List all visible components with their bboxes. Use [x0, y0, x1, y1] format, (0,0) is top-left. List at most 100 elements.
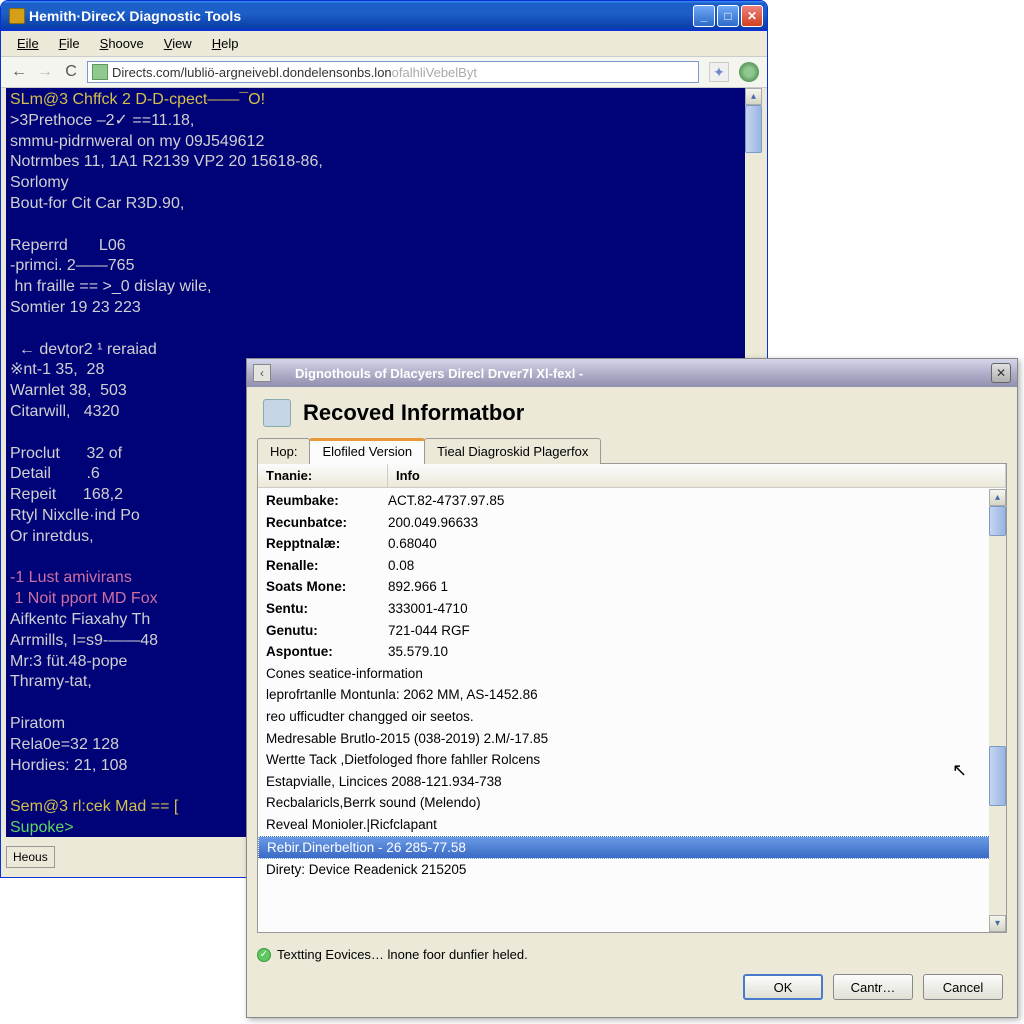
maximize-button[interactable]: □ [717, 5, 739, 27]
terminal-line: Proclut 32 of [10, 445, 122, 462]
forward-button[interactable]: → [35, 62, 55, 82]
dialog-close-button[interactable]: ✕ [991, 363, 1011, 383]
terminal-line: hn fraille == >_0 dislay wile, [10, 278, 211, 295]
terminal-line: ※nt-1 35, 28 [10, 361, 104, 378]
terminal-line: Rela0e=32 128 [10, 736, 119, 753]
terminal-line: Warnlet 38, 503 [10, 382, 127, 399]
tab-hop[interactable]: Hop: [257, 438, 310, 464]
cancel-button[interactable]: Cancel [923, 974, 1003, 1000]
page-icon [92, 64, 108, 80]
titlebar[interactable]: Hemith·DirecX Diagnostic Tools _ □ ✕ [1, 1, 767, 31]
dialog-titlebar[interactable]: ‹ Dignothouls of Dlacyers Direcl Drver7l… [247, 359, 1017, 387]
terminal-line: Detail .6 [10, 465, 100, 482]
terminal-line: Citarwill, 4320 [10, 403, 119, 420]
scroll-track[interactable] [989, 506, 1006, 915]
row-key: Soats Mone: [258, 576, 388, 598]
terminal-line: Thramy-tat, [10, 673, 92, 690]
row-key: Renalle: [258, 555, 388, 577]
list-item[interactable]: Cones seatice-information [258, 663, 1006, 685]
dialog-header: Recoved Informatbor [247, 387, 1017, 437]
favorite-button[interactable]: ✦ [709, 62, 729, 82]
table-row[interactable]: Aspontue:35.579.10 [258, 641, 1006, 663]
dialog-button-row: OK Cantr… Cancel [247, 966, 1017, 1000]
scroll-down-button[interactable]: ▾ [989, 915, 1006, 932]
row-key: Reumbake: [258, 490, 388, 512]
dialog-back-button[interactable]: ‹ [253, 364, 271, 382]
status-button[interactable]: Heous [6, 846, 55, 868]
terminal-line: >3Prethoce –2✓ ==11.18, [10, 112, 194, 129]
list-item[interactable]: Reveal Monioler.|Ricfclapant [258, 814, 1006, 836]
table-row[interactable]: Sentu:333001-4710 [258, 598, 1006, 620]
menu-shoove[interactable]: Shoove [92, 34, 152, 53]
list-header: Tnanie: Info [258, 464, 1006, 488]
menu-file[interactable]: File [51, 34, 88, 53]
list-item[interactable]: Estapvialle, Lincices 2088-121.934-738 [258, 771, 1006, 793]
tab-strip: Hop: Elofiled Version Tieal Diagroskid P… [247, 438, 1017, 464]
row-value: 35.579.10 [388, 641, 1006, 663]
col-header-info[interactable]: Info [388, 464, 1006, 487]
check-icon: ✓ [257, 948, 271, 962]
row-value: ACT.82-4737.97.85 [388, 490, 1006, 512]
scroll-up-button[interactable]: ▴ [989, 489, 1006, 506]
reload-button[interactable]: C [61, 62, 81, 82]
status-text: Textting Eovices… lnone foor dunfier hel… [277, 947, 528, 962]
terminal-line: Hordies: 21, 108 [10, 757, 127, 774]
table-row[interactable]: Repptnalæ:0.68040 [258, 533, 1006, 555]
tab-tieal-diagroskid[interactable]: Tieal Diagroskid Plagerfox [424, 438, 601, 464]
col-header-name[interactable]: Tnanie: [258, 464, 388, 487]
list-item-selected[interactable]: Rebir.Dinerbeltion - 26 285-77.58 [258, 836, 1006, 860]
dialog-title: Dignothouls of Dlacyers Direcl Drver7l X… [295, 366, 991, 381]
address-bar[interactable]: Directs.com/lubliö-argneivebl.dondelenso… [87, 61, 699, 83]
close-button[interactable]: ✕ [741, 5, 763, 27]
dialog-window: ‹ Dignothouls of Dlacyers Direcl Drver7l… [246, 358, 1018, 1018]
terminal-line: 1 Noit pport MD Fox [10, 590, 158, 607]
list-item[interactable]: Direty: Device Readenick 215205 [258, 859, 1006, 881]
list-item[interactable]: reo ufficudter changged oir seetos. [258, 706, 1006, 728]
row-key: Genutu: [258, 620, 388, 642]
terminal-line: Rtyl Nixclle·ind Po [10, 507, 140, 524]
terminal-line: Mr:3 füt.48-pope [10, 653, 127, 670]
row-key: Aspontue: [258, 641, 388, 663]
dialog-scrollbar[interactable]: ▴ ▾ [989, 489, 1006, 932]
table-row[interactable]: Genutu:721-044 RGF [258, 620, 1006, 642]
list-body[interactable]: Reumbake:ACT.82-4737.97.85Recunbatce:200… [258, 488, 1006, 881]
table-row[interactable]: Renalle:0.08 [258, 555, 1006, 577]
scroll-up-button[interactable]: ▴ [745, 88, 762, 105]
ok-button[interactable]: OK [743, 974, 823, 1000]
row-value: 200.049.96633 [388, 512, 1006, 534]
row-value: 0.68040 [388, 533, 1006, 555]
terminal-line: smmu-pidrnweral on my 09J549612 [10, 133, 264, 150]
terminal-line: Repeit 168,2 [10, 486, 123, 503]
row-value: 333001-4710 [388, 598, 1006, 620]
terminal-line: Arrmills, I=s9-——48 [10, 632, 158, 649]
table-row[interactable]: Reumbake:ACT.82-4737.97.85 [258, 490, 1006, 512]
menu-eile[interactable]: Eile [9, 34, 47, 53]
menu-view[interactable]: View [156, 34, 200, 53]
menubar: Eile File Shoove View Help [1, 31, 767, 56]
table-row[interactable]: Soats Mone:892.966 1 [258, 576, 1006, 598]
terminal-line: Supoke> [10, 819, 74, 836]
list-item[interactable]: Wertte Tack ,Dietfologed fhore fahller R… [258, 749, 1006, 771]
terminal-line: ← devtor2 ¹ reraiad [10, 341, 157, 358]
row-key: Repptnalæ: [258, 533, 388, 555]
address-text-gray: ofalhliVebelByt [392, 65, 477, 80]
terminal-line: -1 Lust amivirans [10, 569, 132, 586]
cantr-button[interactable]: Cantr… [833, 974, 913, 1000]
dialog-status: ✓ Textting Eovices… lnone foor dunfier h… [257, 943, 1007, 966]
tab-elofiled-version[interactable]: Elofiled Version [309, 438, 425, 464]
menu-help[interactable]: Help [204, 34, 247, 53]
table-row[interactable]: Recunbatce:200.049.96633 [258, 512, 1006, 534]
scroll-thumb[interactable] [745, 105, 762, 153]
row-key: Sentu: [258, 598, 388, 620]
list-item[interactable]: Recbalaricls,Berrk sound (Melendo) [258, 792, 1006, 814]
back-button[interactable]: ← [9, 62, 29, 82]
terminal-line: Aifkentc Fiaxahy Th [10, 611, 150, 628]
list-item[interactable]: leprofrtanlle Montunla: 2062 MM, AS-1452… [258, 684, 1006, 706]
globe-icon [739, 62, 759, 82]
scroll-thumb-2[interactable] [989, 746, 1006, 806]
terminal-line: Or inretdus, [10, 528, 94, 545]
list-item[interactable]: Medresable Brutlo-2015 (038-2019) 2.M/-1… [258, 728, 1006, 750]
minimize-button[interactable]: _ [693, 5, 715, 27]
tab-content: Tnanie: Info Reumbake:ACT.82-4737.97.85R… [257, 463, 1007, 933]
scroll-thumb[interactable] [989, 506, 1006, 536]
